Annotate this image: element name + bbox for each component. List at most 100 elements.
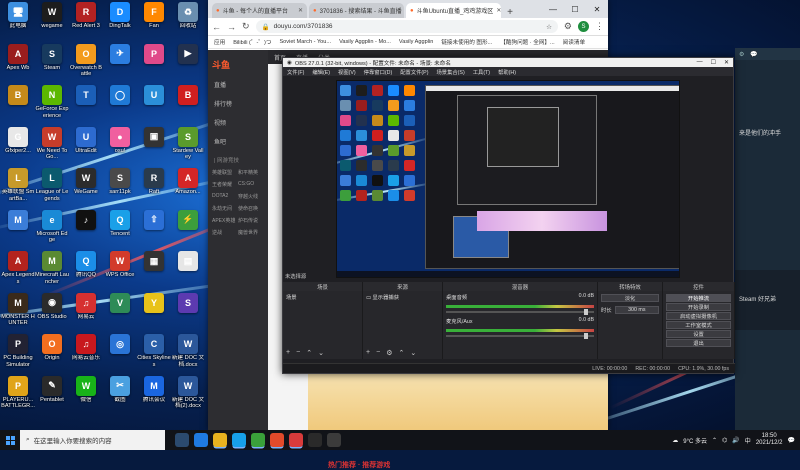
close-tab-icon[interactable]: ✕ <box>496 7 501 14</box>
taskbar-search[interactable]: ⌕ 在这里输入你要搜索的内容 <box>20 430 165 450</box>
taskbar-app-icon[interactable] <box>327 433 341 447</box>
back-icon[interactable]: ← <box>212 22 221 32</box>
bookmark-item[interactable]: Vasily Aggplin <box>399 39 433 45</box>
desktop-icon[interactable]: ▦ <box>138 251 170 293</box>
bookmark-item[interactable]: Soviet March - You... <box>279 39 331 45</box>
obs-menu-item[interactable]: 帮助(H) <box>498 68 516 76</box>
move-up-icon[interactable]: ⌃ <box>306 349 312 357</box>
taskbar-app-icon[interactable] <box>308 433 322 447</box>
minimize-icon[interactable]: — <box>697 59 703 66</box>
desktop-icon[interactable]: C Cities Skylines <box>137 334 171 376</box>
bookmark-item[interactable]: 应用 <box>214 38 225 46</box>
reload-icon[interactable]: ↻ <box>242 21 250 32</box>
obs-menu-item[interactable]: 编辑(E) <box>312 68 330 76</box>
desktop-icon[interactable]: ◯ <box>104 85 136 127</box>
desktop-icon[interactable]: ◎ <box>104 334 136 376</box>
bookmark-item[interactable]: 链接未使用的 图形... <box>441 38 492 46</box>
minimize-icon[interactable]: — <box>542 0 564 18</box>
desktop-icon[interactable]: ♪ <box>70 209 102 252</box>
address-bar[interactable]: 🔒 douyu.com/3701836 ☆ <box>255 20 558 33</box>
bookmark-item[interactable]: Vasily Aggplin - Mo... <box>339 39 391 45</box>
desktop-icon[interactable]: ● osu! <box>104 126 136 169</box>
move-down-icon[interactable]: ⌄ <box>318 349 324 357</box>
sidebar-nav-item[interactable]: 直播 <box>208 75 268 94</box>
remove-icon[interactable]: − <box>376 349 380 357</box>
desktop-icon[interactable]: L League of Legends <box>36 168 68 210</box>
bookmark-item[interactable]: 阅读清单 <box>563 38 585 46</box>
desktop-icon[interactable]: M Minecraft Launcher <box>35 251 69 293</box>
desktop-icon[interactable]: Ssarr11pk <box>104 168 136 210</box>
desktop-icon[interactable]: W 微信 <box>70 375 102 418</box>
game-category-link[interactable]: 魔兽世界 <box>238 229 264 236</box>
input-language[interactable]: 中 <box>745 436 751 445</box>
desktop-icon[interactable]: G Gfxiper2... <box>2 126 34 169</box>
desktop-icon[interactable]: ✎ Pentablet <box>36 375 68 418</box>
desktop-icon[interactable]: B <box>2 85 34 127</box>
remove-icon[interactable]: − <box>296 349 300 357</box>
desktop-icon[interactable]: ▶ <box>172 43 204 86</box>
obs-menu-item[interactable]: 文件(F) <box>287 68 304 76</box>
desktop-icon[interactable]: ⚡ <box>172 209 204 252</box>
transition-select[interactable]: 淡化 <box>601 294 659 302</box>
game-category-link[interactable]: 和平精英 <box>238 169 264 176</box>
obs-control-button[interactable]: 开始录制 <box>666 303 731 311</box>
taskbar-app-icon[interactable] <box>270 433 284 447</box>
desktop-icon[interactable]: O Origin <box>36 334 68 376</box>
move-up-icon[interactable]: ⌃ <box>398 349 404 357</box>
taskbar-app-icon[interactable] <box>289 433 303 447</box>
sidebar-nav-item[interactable]: 鱼吧 <box>208 132 268 151</box>
forward-icon[interactable]: → <box>227 22 236 32</box>
browser-tab-active[interactable]: ● 斗鱼Ubuntu直播_鸡鸡游戏区 ✕ <box>406 3 501 18</box>
desktop-icon[interactable]: e Microsoft Edge <box>36 209 68 252</box>
gear-icon[interactable]: ⚙ <box>386 349 392 357</box>
sidebar-nav-item[interactable]: 排行榜 <box>208 94 268 113</box>
obs-control-button[interactable]: 退出 <box>666 339 731 347</box>
add-icon[interactable]: + <box>286 349 290 357</box>
scene-item[interactable]: 场景 <box>286 293 359 301</box>
new-tab-icon[interactable]: + <box>503 7 517 18</box>
desktop-icon[interactable]: F Fan <box>138 2 170 44</box>
volume-slider[interactable] <box>446 333 594 339</box>
star-icon[interactable]: ☆ <box>546 23 552 31</box>
obs-menu-item[interactable]: 视图(V) <box>338 68 356 76</box>
desktop-icon[interactable]: ▣ <box>138 126 170 169</box>
game-category-link[interactable]: 英雄联盟 <box>212 169 238 176</box>
bookmark-item[interactable]: 【酷狗问题 · 全网】... <box>500 38 554 46</box>
desktop-icon[interactable]: ▤ <box>172 251 204 293</box>
desktop-icon[interactable]: M MONSTER HUNTER <box>1 292 35 335</box>
desktop-icon[interactable]: ✂ 截图 <box>104 375 136 418</box>
desktop-icon[interactable]: R Red Alert 3 <box>70 2 102 44</box>
desktop-icon[interactable]: Q 腾讯QQ <box>70 251 102 293</box>
taskbar-app-icon[interactable] <box>175 433 189 447</box>
desktop-icon[interactable]: M 腾讯会议 <box>138 375 170 418</box>
obs-menu-item[interactable]: 停靠窗口(D) <box>364 68 393 76</box>
game-category-link[interactable]: 使命召唤 <box>238 205 264 212</box>
close-icon[interactable]: ✕ <box>586 0 608 18</box>
obs-menu-item[interactable]: 工具(T) <box>473 68 490 76</box>
obs-control-button[interactable]: 开始推流 <box>666 294 731 302</box>
desktop-icon[interactable]: P PLAYERU... BATTLEGR... <box>1 375 35 418</box>
volume-icon[interactable]: 🔊 <box>732 437 739 444</box>
settings-icon[interactable]: ⚙ <box>739 51 744 58</box>
douyu-logo[interactable]: 斗鱼 <box>208 54 268 75</box>
browser-tab[interactable]: ●3701836 - 搜索结果 - 斗鱼直播✕ <box>309 3 404 18</box>
maximize-icon[interactable]: ☐ <box>711 59 716 66</box>
duration-input[interactable]: 300 ms <box>614 306 659 314</box>
desktop-icon[interactable]: S Stardew Valley <box>172 126 204 169</box>
browser-tab[interactable]: ● 斗鱼 - 每个人的直播平台 ✕ <box>212 3 307 18</box>
desktop-icon[interactable]: M <box>2 209 34 252</box>
desktop-icon[interactable]: D DingTalk <box>104 2 136 44</box>
close-icon[interactable]: ✕ <box>724 59 729 66</box>
desktop-icon[interactable]: W WPS Office <box>104 251 136 293</box>
obs-menu-item[interactable]: 配置文件(P) <box>400 68 428 76</box>
desktop-icon[interactable]: B <box>172 85 204 127</box>
obs-preview[interactable] <box>336 80 680 278</box>
weather-icon[interactable]: ☁ <box>672 437 678 444</box>
weather-text[interactable]: 9°C 多云 <box>683 436 707 445</box>
desktop-icon[interactable]: U UltraEdit <box>70 126 102 169</box>
desktop-icon[interactable]: V <box>104 292 136 335</box>
desktop-icon[interactable]: ♫ 网易云 <box>70 292 102 335</box>
taskbar-app-icon[interactable] <box>213 433 227 447</box>
desktop-icon[interactable]: P PC Building Simulator <box>2 334 34 376</box>
network-icon[interactable]: ⌬ <box>722 437 727 444</box>
